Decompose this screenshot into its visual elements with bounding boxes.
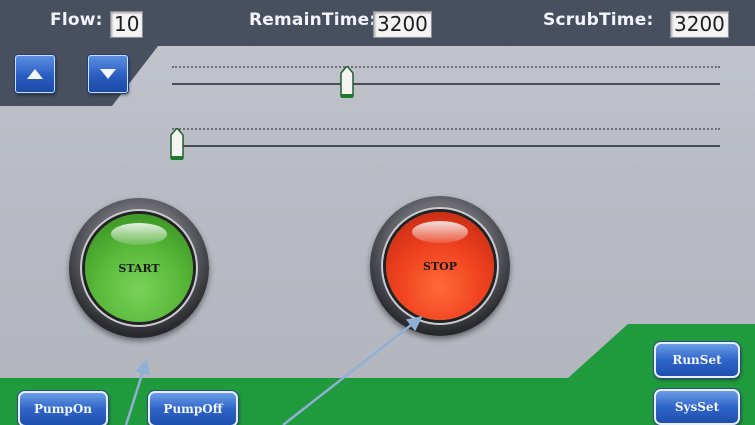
annotation-arrow <box>124 359 150 425</box>
annotation-arrow <box>282 316 423 425</box>
annotation-overlay <box>124 316 423 425</box>
hmi-screen: Flow: 10 RemainTime: 3200 ScrubTime: 320… <box>0 0 755 425</box>
